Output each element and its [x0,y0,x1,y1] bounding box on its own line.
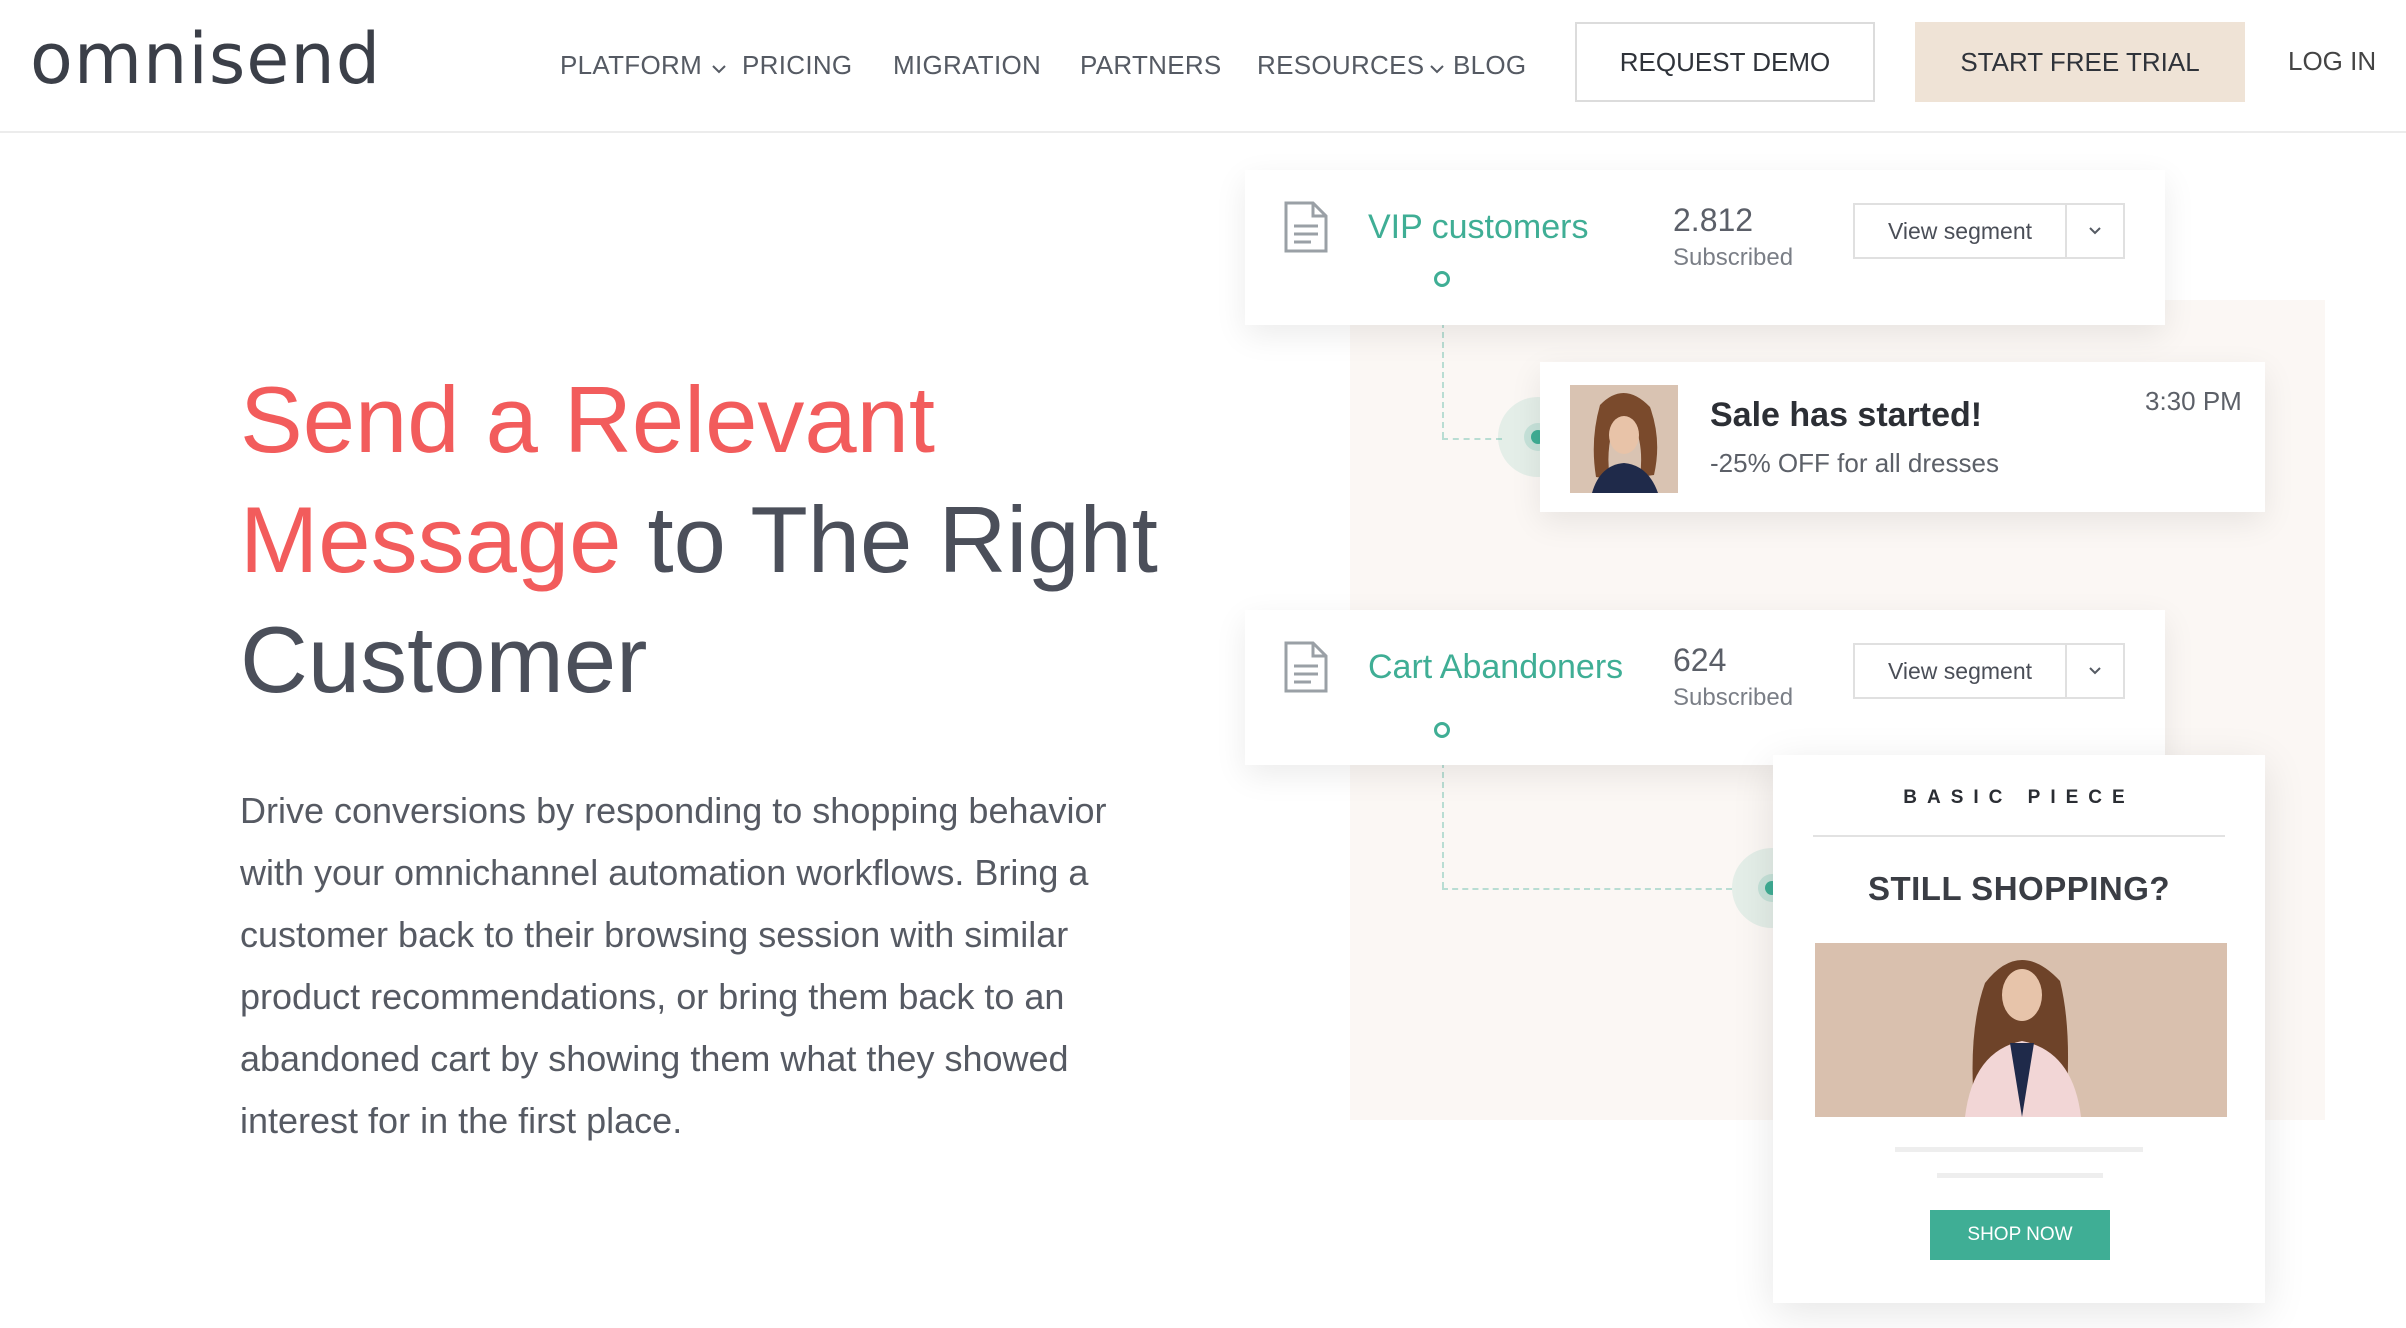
workflow-node [1434,271,1450,287]
nav-platform[interactable]: PLATFORM [560,50,726,81]
login-link[interactable]: LOG IN [2288,46,2376,77]
hero-headline: Send a Relevant Message to The Right Cus… [240,360,1170,720]
segment-card-vip: VIP customers 2.812 Subscribed View segm… [1245,170,2165,325]
nav-blog[interactable]: BLOG [1453,50,1526,81]
nav-pricing-label: PRICING [742,50,853,80]
request-demo-button[interactable]: REQUEST DEMO [1575,22,1875,102]
view-segment-button[interactable]: View segment [1853,203,2125,259]
push-notification-card: Sale has started! -25% OFF for all dress… [1540,362,2265,512]
view-segment-button[interactable]: View segment [1853,643,2125,699]
model-photo [1570,385,1678,493]
nav-migration[interactable]: MIGRATION [893,50,1041,81]
nav-blog-label: BLOG [1453,50,1527,80]
product-photo [1815,943,2227,1117]
segment-count: 624 [1673,642,1727,678]
chevron-down-icon [1430,50,1445,81]
hero-description: Drive conversions by responding to shopp… [240,790,1107,1141]
nav-resources[interactable]: RESOURCES [1257,50,1445,81]
connector-line [1442,888,1732,890]
segment-card-cart-abandoners: Cart Abandoners 624 Subscribed View segm… [1245,610,2165,765]
segment-count: 2.812 [1673,202,1754,238]
logo[interactable]: omnisend [30,18,381,100]
nav-resources-label: RESOURCES [1257,50,1425,80]
start-free-trial-button[interactable]: START FREE TRIAL [1915,22,2245,102]
connector-line [1442,438,1502,440]
placeholder-line [1895,1147,2143,1152]
chevron-down-icon[interactable] [2067,226,2123,236]
email-heading: STILL SHOPPING? [1867,870,2171,907]
notification-subtitle: -25% OFF for all dresses [1710,448,1999,478]
shop-now-button[interactable]: SHOP NOW [1930,1210,2110,1260]
nav-partners-label: PARTNERS [1080,50,1222,80]
view-segment-label: View segment [1887,217,2033,244]
segment-subscribed-label: Subscribed [1673,244,1794,271]
view-segment-label: View segment [1887,657,2033,684]
document-icon [1283,200,1329,259]
nav-migration-label: MIGRATION [893,50,1042,80]
document-icon [1283,640,1329,699]
segment-name: VIP customers [1368,208,1589,246]
email-preview-card: BASIC PIECE STILL SHOPPING? SHOP NOW [1773,755,2265,1303]
chevron-down-icon[interactable] [2067,666,2123,676]
nav-platform-label: PLATFORM [560,50,703,80]
workflow-node [1434,722,1450,738]
notification-time: 3:30 PM [2145,386,2242,416]
notification-title: Sale has started! [1710,396,1983,434]
placeholder-line [1937,1173,2103,1178]
divider [1813,835,2225,837]
nav-pricing[interactable]: PRICING [742,50,852,81]
segment-name: Cart Abandoners [1368,648,1624,686]
segment-subscribed-label: Subscribed [1673,684,1794,711]
email-brand: BASIC PIECE [1903,787,2135,808]
site-header: omnisend PLATFORM PRICING MIGRATION PART… [0,0,2406,133]
chevron-down-icon [712,50,726,81]
nav-partners[interactable]: PARTNERS [1080,50,1222,81]
